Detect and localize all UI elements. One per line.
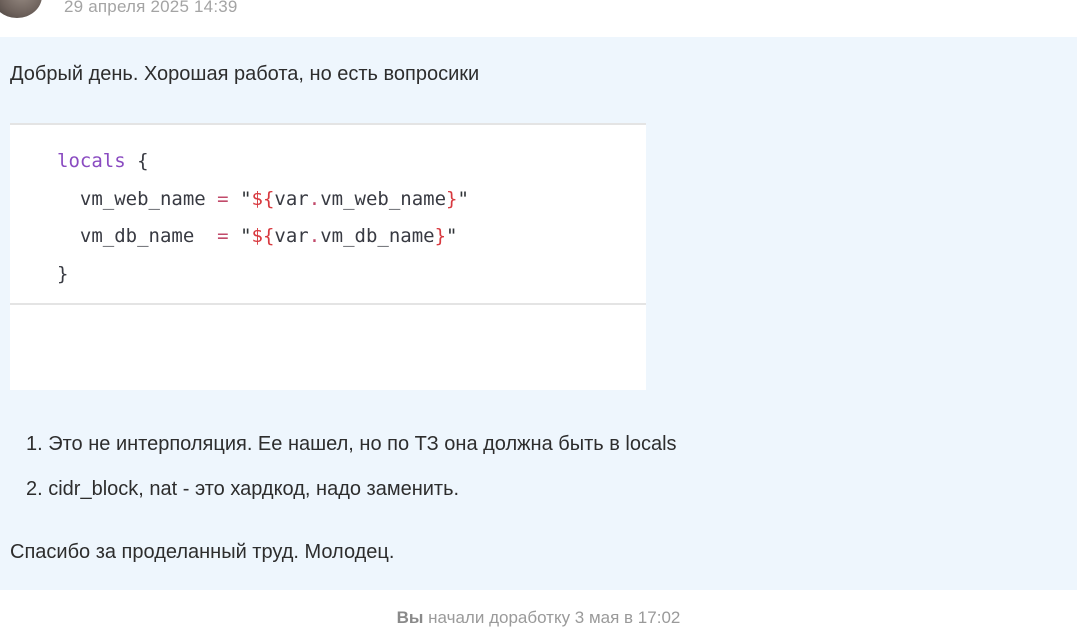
code-block: locals { vm_web_name = "${var.vm_web_nam…: [10, 123, 646, 390]
code-line: vm_web_name = "${var.vm_web_name}": [57, 187, 469, 210]
list-item: 2. cidr_block, nat - это хардкод, надо з…: [26, 478, 460, 500]
code-block-divider-top: [10, 123, 646, 125]
status-footer: Вы начали доработку 3 мая в 17:02: [0, 608, 1077, 628]
status-actor: Вы: [396, 608, 424, 627]
message-header: 29 апреля 2025 14:39: [0, 0, 1077, 36]
code-line: locals {: [57, 150, 149, 172]
code-content: locals { vm_web_name = "${var.vm_web_nam…: [57, 143, 469, 293]
message-timestamp: 29 апреля 2025 14:39: [64, 0, 238, 16]
code-line: }: [57, 262, 69, 285]
list-item: 1. Это не интерполяция. Ее нашел, но по …: [26, 433, 677, 455]
review-message: Добрый день. Хорошая работа, но есть воп…: [0, 37, 1077, 590]
code-block-divider-bottom: [10, 303, 646, 305]
message-greeting: Добрый день. Хорошая работа, но есть воп…: [10, 63, 480, 85]
code-keyword: locals: [57, 150, 126, 172]
code-line: vm_db_name = "${var.vm_db_name}": [57, 225, 458, 247]
user-avatar[interactable]: [0, 0, 42, 18]
message-thanks: Спасибо за проделанный труд. Молодец.: [10, 541, 395, 563]
status-text: начали доработку 3 мая в 17:02: [423, 608, 681, 627]
